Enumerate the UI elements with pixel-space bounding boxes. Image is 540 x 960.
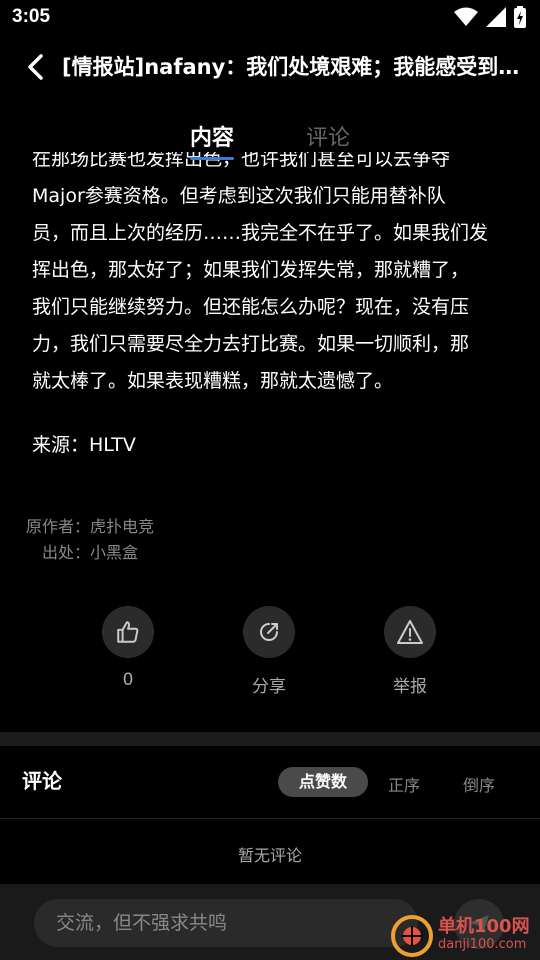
watermark-text: 单机100网 danji100.com bbox=[438, 918, 530, 954]
sort-descending-button[interactable]: 倒序 bbox=[463, 772, 495, 796]
back-button[interactable] bbox=[18, 50, 52, 84]
empty-comments-text: 暂无评论 bbox=[237, 846, 302, 865]
watermark-line-1: 单机100网 bbox=[438, 916, 530, 937]
warning-icon bbox=[397, 620, 423, 644]
tab-comments[interactable]: 评论 bbox=[306, 124, 350, 154]
wifi-icon bbox=[454, 7, 478, 26]
tab-content[interactable]: 内容 bbox=[190, 124, 234, 154]
report-label: 举报 bbox=[393, 677, 427, 697]
article-line: Major参赛资格。但考虑到这次我们只能用替补队 bbox=[32, 185, 446, 207]
like-count: 0 bbox=[122, 670, 134, 690]
active-tab-indicator bbox=[190, 157, 234, 160]
article-line: 挥出色，那太好了；如果我们发挥失常，那就糟了， bbox=[32, 259, 470, 281]
sort-ascending-button[interactable]: 正序 bbox=[388, 772, 420, 796]
battery-icon bbox=[514, 6, 526, 28]
share-button[interactable] bbox=[243, 606, 295, 658]
article-line: 力，我们只需要尽全力去打比赛。如果一切顺利，那 bbox=[32, 333, 470, 355]
sort-by-likes-button[interactable]: 点赞数 bbox=[278, 767, 368, 797]
article-line: 就太棒了。如果表现糟糕，那就太遗憾了。 bbox=[32, 370, 394, 392]
watermark-line-2: danji100.com bbox=[438, 937, 527, 952]
original-author: 原作者：虎扑电竞 bbox=[26, 517, 155, 536]
status-time: 3:05 bbox=[12, 6, 51, 27]
article-body: 在那场比赛也发挥出色，也许我们甚至可以去争夺 Major参赛资格。但考虑到这次我… bbox=[32, 152, 512, 400]
chevron-left-icon bbox=[28, 54, 43, 80]
divider bbox=[0, 818, 540, 819]
share-label: 分享 bbox=[252, 677, 286, 697]
page-title: [情报站]nafany：我们处境艰难；我能感受到… bbox=[62, 55, 520, 79]
cell-signal-icon bbox=[486, 7, 506, 27]
report-button[interactable] bbox=[384, 606, 436, 658]
status-icons bbox=[454, 6, 526, 28]
share-icon bbox=[260, 623, 278, 641]
watermark: 单机100网 danji100.com bbox=[390, 912, 540, 960]
tab-bar-bg bbox=[0, 112, 540, 150]
like-button[interactable] bbox=[102, 606, 154, 658]
article-line: 在那场比赛也发挥出色，也许我们甚至可以去争夺 bbox=[32, 152, 451, 170]
article-line: 我们只能继续努力。但还能怎么办呢？现在，没有压 bbox=[32, 296, 470, 318]
article-line: 员，而且上次的经历……我完全不在乎了。如果我们发 bbox=[32, 222, 489, 244]
thumbs-up-icon bbox=[117, 621, 139, 643]
watermark-logo-icon bbox=[391, 915, 433, 957]
section-divider bbox=[0, 732, 540, 746]
comments-heading: 评论 bbox=[22, 769, 62, 793]
origin: 出处：小黑盒 bbox=[42, 543, 139, 562]
article-source: 来源：HLTV bbox=[32, 434, 136, 456]
comment-input[interactable] bbox=[34, 899, 418, 947]
